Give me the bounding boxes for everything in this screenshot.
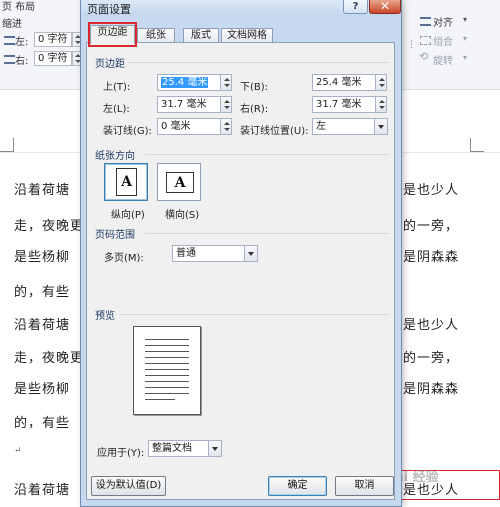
left-margin-label: 左(L):: [103, 104, 130, 115]
doc-line: 是些杨柳: [14, 382, 71, 397]
indent-label: 缩进: [2, 19, 22, 30]
cancel-button[interactable]: 取消: [335, 476, 394, 496]
margins-section-rule: [128, 62, 390, 63]
paragraph-mark: ↵: [14, 446, 23, 456]
chevron-down-icon[interactable]: [374, 119, 387, 134]
doc-line: 的，有些: [14, 416, 71, 431]
top-margin-spinner[interactable]: [220, 74, 232, 91]
set-default-button[interactable]: 设为默认值(D): [91, 476, 166, 496]
right-margin-label: 右(R):: [240, 104, 269, 115]
indent-left-label: 左:: [15, 37, 29, 48]
doc-line: 走，夜晚更: [14, 219, 85, 234]
doc-line-right: 是阴森森: [403, 382, 460, 397]
doc-line-right: 是也少人: [403, 183, 460, 198]
top-margin-label: 上(T):: [103, 82, 131, 93]
right-margin-spinner[interactable]: [375, 96, 387, 113]
close-button[interactable]: ✕: [369, 0, 401, 14]
indent-right-icon: [4, 55, 15, 64]
orientation-section-rule: [145, 154, 390, 155]
indent-right-label: 右:: [15, 56, 29, 67]
preview-section-label: 预览: [95, 311, 115, 322]
gutter-input[interactable]: 0 毫米: [157, 118, 221, 135]
ribbon-tab-partial[interactable]: 页 布局: [2, 0, 35, 13]
multiple-pages-label: 多页(M):: [104, 253, 144, 264]
landscape-button[interactable]: A: [157, 163, 201, 201]
left-margin-spinner[interactable]: [220, 96, 232, 113]
doc-line: 沿着荷塘: [14, 483, 71, 498]
landscape-label[interactable]: 横向(S): [165, 206, 199, 221]
indent-left-input[interactable]: 0 字符: [34, 32, 72, 47]
bottom-margin-label: 下(B):: [240, 82, 269, 93]
ok-button[interactable]: 确定: [268, 476, 327, 496]
chevron-down-icon[interactable]: [244, 246, 257, 261]
rotate-dropdown-icon[interactable]: ▾: [463, 53, 467, 62]
doc-line-right: 的一旁，: [403, 351, 460, 366]
chevron-down-icon[interactable]: [208, 441, 221, 456]
apply-to-value: 整篇文档: [152, 443, 192, 454]
rotate-button[interactable]: 旋转: [433, 52, 453, 67]
doc-line-right: 是阴森森: [403, 250, 460, 265]
pages-section-rule: [145, 233, 390, 234]
gutter-label: 装订线(G):: [103, 126, 152, 137]
indent-left-icon: [4, 36, 15, 45]
bottom-margin-input[interactable]: 25.4 毫米: [312, 74, 376, 91]
apply-to-label: 应用于(Y):: [97, 448, 145, 459]
portrait-label[interactable]: 纵向(P): [111, 206, 145, 221]
preview-page: [133, 326, 201, 415]
rotate-icon: ⟲: [419, 50, 429, 63]
doc-line-right: 的一旁，: [403, 219, 460, 234]
doc-line: 沿着荷塘: [14, 183, 71, 198]
help-button[interactable]: ?: [343, 0, 368, 14]
doc-line-right: 是也少人: [403, 318, 460, 333]
ribbon-gripper: ⋮: [407, 40, 416, 50]
group-icon: [420, 36, 431, 45]
tab-margins[interactable]: 页边距: [90, 25, 135, 44]
pages-section-label: 页码范围: [95, 230, 135, 241]
portrait-button[interactable]: A: [104, 163, 148, 201]
margins-section-label: 页边距: [95, 59, 125, 70]
dialog-titlebar[interactable]: 页面设置 ? ✕: [81, 0, 401, 16]
dialog-title: 页面设置: [87, 3, 131, 16]
multiple-pages-select[interactable]: 普通: [172, 245, 258, 262]
apply-to-select[interactable]: 整篇文档: [148, 440, 222, 457]
doc-line: 是些杨柳: [14, 250, 71, 265]
bottom-margin-spinner[interactable]: [375, 74, 387, 91]
indent-right-input[interactable]: 0 字符: [34, 51, 72, 66]
gutter-position-value: 左: [316, 121, 326, 132]
group-button[interactable]: 组合: [433, 33, 453, 48]
gutter-position-select[interactable]: 左: [312, 118, 388, 135]
gutter-spinner[interactable]: [220, 118, 232, 135]
align-dropdown-icon[interactable]: ▾: [463, 15, 467, 24]
landscape-icon: A: [166, 172, 194, 193]
top-margin-value: 25.4 毫米: [161, 77, 209, 88]
doc-line: 沿着荷塘: [14, 318, 71, 333]
preview-section-rule: [120, 314, 390, 315]
doc-line: 的，有些: [14, 285, 71, 300]
left-margin-input[interactable]: 31.7 毫米: [157, 96, 221, 113]
right-margin-input[interactable]: 31.7 毫米: [312, 96, 376, 113]
align-button[interactable]: 对齐: [433, 14, 453, 29]
gutter-position-label: 装订线位置(U):: [240, 126, 309, 137]
page-corner-mark-left: [0, 138, 14, 152]
multiple-pages-value: 普通: [176, 248, 196, 259]
align-icon: [420, 17, 431, 26]
page-corner-mark-right: [470, 138, 484, 152]
top-margin-input[interactable]: 25.4 毫米: [157, 74, 221, 91]
group-dropdown-icon[interactable]: ▾: [463, 34, 467, 43]
portrait-icon: A: [116, 168, 137, 196]
doc-line: 走，夜晚更: [14, 351, 85, 366]
orientation-section-label: 纸张方向: [95, 151, 135, 162]
